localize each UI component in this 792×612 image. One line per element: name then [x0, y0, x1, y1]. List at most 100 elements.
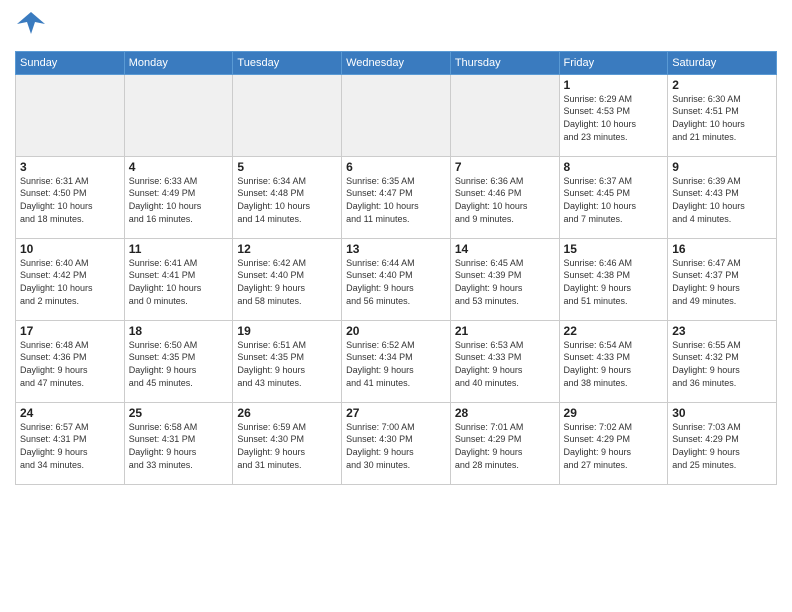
- day-number: 20: [346, 324, 446, 338]
- calendar-cell: 24Sunrise: 6:57 AM Sunset: 4:31 PM Dayli…: [16, 402, 125, 484]
- calendar-cell: 4Sunrise: 6:33 AM Sunset: 4:49 PM Daylig…: [124, 156, 233, 238]
- calendar-cell: 29Sunrise: 7:02 AM Sunset: 4:29 PM Dayli…: [559, 402, 668, 484]
- calendar-cell: 25Sunrise: 6:58 AM Sunset: 4:31 PM Dayli…: [124, 402, 233, 484]
- calendar-cell: 22Sunrise: 6:54 AM Sunset: 4:33 PM Dayli…: [559, 320, 668, 402]
- calendar-cell: 16Sunrise: 6:47 AM Sunset: 4:37 PM Dayli…: [668, 238, 777, 320]
- day-info: Sunrise: 6:57 AM Sunset: 4:31 PM Dayligh…: [20, 421, 120, 471]
- day-info: Sunrise: 6:58 AM Sunset: 4:31 PM Dayligh…: [129, 421, 229, 471]
- weekday-header-sunday: Sunday: [16, 51, 125, 74]
- calendar-cell: [450, 74, 559, 156]
- day-info: Sunrise: 6:50 AM Sunset: 4:35 PM Dayligh…: [129, 339, 229, 389]
- calendar-cell: [124, 74, 233, 156]
- day-number: 22: [564, 324, 664, 338]
- day-info: Sunrise: 6:45 AM Sunset: 4:39 PM Dayligh…: [455, 257, 555, 307]
- header: [15, 10, 777, 43]
- day-number: 26: [237, 406, 337, 420]
- day-number: 2: [672, 78, 772, 92]
- day-number: 24: [20, 406, 120, 420]
- calendar-cell: 14Sunrise: 6:45 AM Sunset: 4:39 PM Dayli…: [450, 238, 559, 320]
- day-info: Sunrise: 6:31 AM Sunset: 4:50 PM Dayligh…: [20, 175, 120, 225]
- day-number: 19: [237, 324, 337, 338]
- calendar-cell: 3Sunrise: 6:31 AM Sunset: 4:50 PM Daylig…: [16, 156, 125, 238]
- day-number: 1: [564, 78, 664, 92]
- day-number: 13: [346, 242, 446, 256]
- day-number: 21: [455, 324, 555, 338]
- weekday-header-monday: Monday: [124, 51, 233, 74]
- day-number: 18: [129, 324, 229, 338]
- logo: [15, 10, 45, 43]
- day-info: Sunrise: 6:53 AM Sunset: 4:33 PM Dayligh…: [455, 339, 555, 389]
- day-info: Sunrise: 7:02 AM Sunset: 4:29 PM Dayligh…: [564, 421, 664, 471]
- day-number: 28: [455, 406, 555, 420]
- day-number: 5: [237, 160, 337, 174]
- day-info: Sunrise: 6:54 AM Sunset: 4:33 PM Dayligh…: [564, 339, 664, 389]
- logo-bird-icon: [17, 10, 45, 38]
- day-number: 16: [672, 242, 772, 256]
- day-number: 9: [672, 160, 772, 174]
- week-row-3: 10Sunrise: 6:40 AM Sunset: 4:42 PM Dayli…: [16, 238, 777, 320]
- day-info: Sunrise: 6:30 AM Sunset: 4:51 PM Dayligh…: [672, 93, 772, 143]
- calendar-cell: 6Sunrise: 6:35 AM Sunset: 4:47 PM Daylig…: [342, 156, 451, 238]
- day-info: Sunrise: 7:01 AM Sunset: 4:29 PM Dayligh…: [455, 421, 555, 471]
- day-info: Sunrise: 6:47 AM Sunset: 4:37 PM Dayligh…: [672, 257, 772, 307]
- day-number: 12: [237, 242, 337, 256]
- day-number: 4: [129, 160, 229, 174]
- day-number: 11: [129, 242, 229, 256]
- day-info: Sunrise: 6:41 AM Sunset: 4:41 PM Dayligh…: [129, 257, 229, 307]
- day-info: Sunrise: 6:51 AM Sunset: 4:35 PM Dayligh…: [237, 339, 337, 389]
- day-number: 29: [564, 406, 664, 420]
- calendar-cell: 20Sunrise: 6:52 AM Sunset: 4:34 PM Dayli…: [342, 320, 451, 402]
- calendar-cell: 17Sunrise: 6:48 AM Sunset: 4:36 PM Dayli…: [16, 320, 125, 402]
- calendar-cell: 21Sunrise: 6:53 AM Sunset: 4:33 PM Dayli…: [450, 320, 559, 402]
- day-info: Sunrise: 6:55 AM Sunset: 4:32 PM Dayligh…: [672, 339, 772, 389]
- day-number: 27: [346, 406, 446, 420]
- calendar-cell: 18Sunrise: 6:50 AM Sunset: 4:35 PM Dayli…: [124, 320, 233, 402]
- day-number: 3: [20, 160, 120, 174]
- week-row-4: 17Sunrise: 6:48 AM Sunset: 4:36 PM Dayli…: [16, 320, 777, 402]
- day-info: Sunrise: 6:34 AM Sunset: 4:48 PM Dayligh…: [237, 175, 337, 225]
- weekday-header-friday: Friday: [559, 51, 668, 74]
- day-number: 14: [455, 242, 555, 256]
- calendar-cell: 2Sunrise: 6:30 AM Sunset: 4:51 PM Daylig…: [668, 74, 777, 156]
- day-number: 15: [564, 242, 664, 256]
- calendar-table: SundayMondayTuesdayWednesdayThursdayFrid…: [15, 51, 777, 485]
- week-row-1: 1Sunrise: 6:29 AM Sunset: 4:53 PM Daylig…: [16, 74, 777, 156]
- day-info: Sunrise: 6:59 AM Sunset: 4:30 PM Dayligh…: [237, 421, 337, 471]
- week-row-2: 3Sunrise: 6:31 AM Sunset: 4:50 PM Daylig…: [16, 156, 777, 238]
- calendar-cell: 30Sunrise: 7:03 AM Sunset: 4:29 PM Dayli…: [668, 402, 777, 484]
- day-info: Sunrise: 6:42 AM Sunset: 4:40 PM Dayligh…: [237, 257, 337, 307]
- calendar-cell: 8Sunrise: 6:37 AM Sunset: 4:45 PM Daylig…: [559, 156, 668, 238]
- day-info: Sunrise: 7:03 AM Sunset: 4:29 PM Dayligh…: [672, 421, 772, 471]
- calendar-cell: [16, 74, 125, 156]
- day-info: Sunrise: 6:44 AM Sunset: 4:40 PM Dayligh…: [346, 257, 446, 307]
- day-number: 6: [346, 160, 446, 174]
- day-info: Sunrise: 6:33 AM Sunset: 4:49 PM Dayligh…: [129, 175, 229, 225]
- day-info: Sunrise: 7:00 AM Sunset: 4:30 PM Dayligh…: [346, 421, 446, 471]
- calendar-cell: 1Sunrise: 6:29 AM Sunset: 4:53 PM Daylig…: [559, 74, 668, 156]
- calendar-cell: 9Sunrise: 6:39 AM Sunset: 4:43 PM Daylig…: [668, 156, 777, 238]
- calendar-cell: 26Sunrise: 6:59 AM Sunset: 4:30 PM Dayli…: [233, 402, 342, 484]
- calendar-cell: 23Sunrise: 6:55 AM Sunset: 4:32 PM Dayli…: [668, 320, 777, 402]
- calendar-cell: 19Sunrise: 6:51 AM Sunset: 4:35 PM Dayli…: [233, 320, 342, 402]
- calendar-cell: 10Sunrise: 6:40 AM Sunset: 4:42 PM Dayli…: [16, 238, 125, 320]
- day-number: 8: [564, 160, 664, 174]
- day-number: 17: [20, 324, 120, 338]
- calendar-cell: 28Sunrise: 7:01 AM Sunset: 4:29 PM Dayli…: [450, 402, 559, 484]
- day-info: Sunrise: 6:39 AM Sunset: 4:43 PM Dayligh…: [672, 175, 772, 225]
- day-info: Sunrise: 6:35 AM Sunset: 4:47 PM Dayligh…: [346, 175, 446, 225]
- page: SundayMondayTuesdayWednesdayThursdayFrid…: [0, 0, 792, 612]
- logo-text: [15, 10, 45, 43]
- day-info: Sunrise: 6:37 AM Sunset: 4:45 PM Dayligh…: [564, 175, 664, 225]
- weekday-header-wednesday: Wednesday: [342, 51, 451, 74]
- calendar-cell: [233, 74, 342, 156]
- day-number: 30: [672, 406, 772, 420]
- calendar-cell: 13Sunrise: 6:44 AM Sunset: 4:40 PM Dayli…: [342, 238, 451, 320]
- day-number: 25: [129, 406, 229, 420]
- day-info: Sunrise: 6:52 AM Sunset: 4:34 PM Dayligh…: [346, 339, 446, 389]
- day-info: Sunrise: 6:40 AM Sunset: 4:42 PM Dayligh…: [20, 257, 120, 307]
- calendar-cell: 12Sunrise: 6:42 AM Sunset: 4:40 PM Dayli…: [233, 238, 342, 320]
- calendar-cell: 11Sunrise: 6:41 AM Sunset: 4:41 PM Dayli…: [124, 238, 233, 320]
- calendar-cell: [342, 74, 451, 156]
- weekday-header-tuesday: Tuesday: [233, 51, 342, 74]
- calendar-cell: 27Sunrise: 7:00 AM Sunset: 4:30 PM Dayli…: [342, 402, 451, 484]
